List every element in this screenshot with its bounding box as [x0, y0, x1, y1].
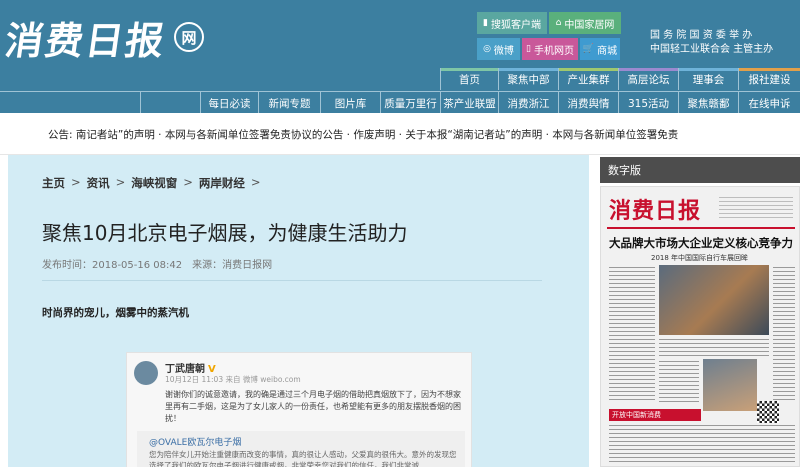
sohu-client-label: 搜狐客户端 [490, 19, 541, 31]
breadcrumb-separator: > [183, 175, 193, 189]
home-icon: ⌂ [555, 18, 562, 28]
paper-rule [607, 227, 795, 229]
weibo-user: 丁武唐朝 V [165, 360, 216, 375]
nav-item-label: 在线申诉 [748, 97, 791, 110]
breadcrumb-news[interactable]: 资讯 [87, 175, 110, 191]
home-furnishing-label: 中国家居网 [564, 19, 615, 31]
nav-item-jiangxi[interactable]: 聚焦赣鄱 [678, 92, 738, 114]
nav-item-label: 聚焦赣鄱 [687, 97, 730, 110]
article-panel: 主页 > 资讯 > 海峡视窗 > 两岸财经 > 聚焦10月北京电子烟展，为健康生… [8, 155, 589, 467]
weibo-body: 谢谢你们的诚意邀请，我的确是通过三个月电子烟的借助把真烟放下了，因为不想家里再有… [165, 390, 461, 423]
cart-icon: 🛒 [582, 44, 595, 54]
logo-text: 消费日报 [2, 17, 169, 63]
nav-item-tea[interactable]: 茶产业联盟 [440, 92, 498, 114]
nav-item-council[interactable]: 理事会 [678, 68, 738, 90]
nav-item-label: 报社建设 [748, 73, 791, 86]
divider [42, 280, 542, 281]
nav-item-blank [140, 92, 200, 114]
nav-item-label: 315活动 [627, 97, 670, 110]
home-furnishing-button[interactable]: ⌂ 中国家居网 [549, 12, 621, 34]
mobile-icon: ▯ [526, 44, 531, 54]
nav-item-topics[interactable]: 新闻专题 [258, 92, 320, 114]
phone-icon: ▮ [483, 18, 488, 28]
sponsor-line-2: 中国轻工业联合会 主管主办 [650, 44, 774, 55]
nav-item-label: 每日必读 [208, 97, 251, 110]
paper-text-column [659, 339, 769, 357]
article-source: 来源：消费日报网 [192, 260, 273, 271]
paper-text-column [773, 267, 795, 402]
nav-item-label: 质量万里行 [384, 97, 437, 110]
nav-item-forum[interactable]: 高层论坛 [618, 68, 678, 90]
article-lead: 时尚界的宠儿，烟雾中的蒸汽机 [42, 307, 189, 319]
breadcrumb-separator: > [250, 175, 261, 189]
paper-text-column [659, 361, 699, 405]
embedded-weibo-screenshot: 丁武唐朝 V 10月12日 11:03 来自 微博 weibo.com 谢谢你们的… [126, 352, 472, 467]
nav-item-opinion[interactable]: 消费舆情 [558, 92, 618, 114]
weibo-icon: ◎ [483, 44, 491, 54]
sponsor-line-1: 国 务 院 国 资 委 举 办 [650, 30, 753, 41]
nav-top-row: 首页 聚焦中部 产业集群 高层论坛 理事会 报社建设 [0, 68, 800, 90]
paper-masthead: 消费日报 [609, 198, 702, 224]
avatar [134, 361, 158, 385]
nav-item-label: 首页 [459, 73, 480, 86]
paper-text-column [609, 425, 795, 463]
notice-bar: 公告: 南记者站”的声明 · 本网与各新闻单位签署免责协议的公告 · 作废声明 … [0, 113, 800, 155]
paper-subheadline: 2018 年中国国际自行车展回眸 [651, 254, 749, 262]
breadcrumb-strait[interactable]: 海峡视窗 [131, 175, 177, 191]
weibo-time: 10月12日 11:03 来自 微博 weibo.com [165, 375, 301, 384]
paper-bottom-banner: 开放中国新消费 [609, 409, 701, 421]
digital-edition-thumbnail[interactable]: 消费日报 大品牌大市场大企业定义核心竞争力 2018 年中国国际自行车展回眸 开… [600, 186, 800, 467]
logo-badge: 网 [174, 22, 205, 52]
paper-photo [659, 265, 769, 335]
site-header: 消费日报 网 ▮ 搜狐客户端 ⌂ 中国家居网 ◎ 微博 ▯ 手机网页 🛒 商城 … [0, 0, 800, 114]
mobile-web-label: 手机网页 [533, 45, 574, 57]
nav-item-label: 茶产业联盟 [443, 97, 496, 110]
repost-user: @OVALE欧瓦尔电子烟 [149, 438, 242, 448]
nav-item-gallery[interactable]: 图片库 [320, 92, 380, 114]
nav-item-label: 新闻专题 [268, 97, 311, 110]
breadcrumb-separator: > [71, 175, 81, 189]
article-title: 聚焦10月北京电子烟展，为健康生活助力 [42, 221, 408, 245]
mall-button[interactable]: 🛒 商城 [580, 38, 620, 60]
nav-bottom-row: 每日必读 新闻专题 图片库 质量万里行 茶产业联盟 消费浙江 消费舆情 315活… [0, 91, 800, 114]
mall-label: 商城 [597, 45, 618, 57]
nav-item-label: 产业集群 [567, 73, 610, 86]
site-logo[interactable]: 消费日报 网 [2, 10, 205, 64]
notice-text[interactable]: 公告: 南记者站”的声明 · 本网与各新闻单位签署免责协议的公告 · 作废声明 … [48, 127, 678, 142]
paper-headline: 大品牌大市场大企业定义核心竞争力 [609, 236, 793, 250]
nav-item-press[interactable]: 报社建设 [738, 68, 800, 90]
paper-masthead-info [719, 197, 793, 221]
nav-item-complaint[interactable]: 在线申诉 [738, 92, 800, 114]
repost-text: 您为陪伴女儿开始注重健康而改变的事情，真的很让人感动，父爱真的很伟大。意外的发现… [149, 450, 457, 467]
weibo-label: 微博 [493, 45, 514, 57]
nav-item-quality[interactable]: 质量万里行 [380, 92, 440, 114]
breadcrumb-home[interactable]: 主页 [42, 175, 65, 191]
weibo-button[interactable]: ◎ 微博 [477, 38, 520, 60]
nav-item-central[interactable]: 聚焦中部 [498, 68, 558, 90]
nav-item-daily[interactable]: 每日必读 [200, 92, 258, 114]
nav-item-label: 高层论坛 [627, 73, 670, 86]
paper-text-column [609, 267, 655, 402]
breadcrumb-separator: > [115, 175, 126, 189]
nav-item-zhejiang[interactable]: 消费浙江 [498, 92, 558, 114]
qr-code-icon [757, 401, 779, 423]
publish-date: 发布时间：2018-05-16 08:42 [42, 260, 183, 271]
nav-item-315[interactable]: 315活动 [618, 92, 678, 114]
mobile-web-button[interactable]: ▯ 手机网页 [522, 38, 578, 60]
breadcrumb: 主页 > 资讯 > 海峡视窗 > 两岸财经 > [42, 175, 261, 191]
nav-item-label: 消费浙江 [507, 97, 550, 110]
nav-item-cluster[interactable]: 产业集群 [558, 68, 618, 90]
nav-item-label: 消费舆情 [567, 97, 610, 110]
nav-item-label: 图片库 [334, 97, 367, 110]
article-meta: 发布时间：2018-05-16 08:42 来源：消费日报网 [42, 256, 272, 271]
nav-item-label: 理事会 [692, 73, 725, 86]
digital-edition-header: 数字版 [600, 157, 800, 183]
nav-item-label: 聚焦中部 [507, 73, 550, 86]
breadcrumb-finance[interactable]: 两岸财经 [199, 175, 245, 191]
weibo-repost: @OVALE欧瓦尔电子烟 您为陪伴女儿开始注重健康而改变的事情，真的很让人感动，… [137, 431, 465, 467]
paper-photo-2 [703, 359, 757, 411]
sohu-client-button[interactable]: ▮ 搜狐客户端 [477, 12, 547, 34]
nav-item-home[interactable]: 首页 [440, 68, 498, 90]
